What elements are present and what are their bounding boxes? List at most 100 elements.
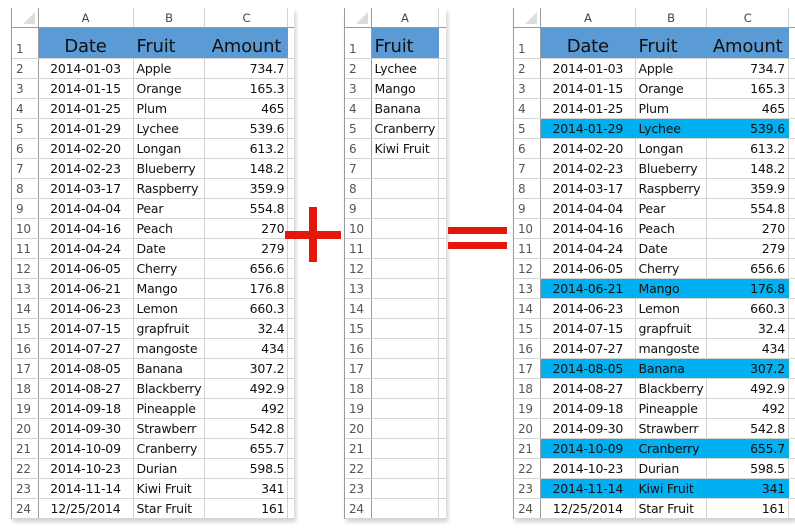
amount-cell[interactable]: 161 bbox=[706, 498, 789, 519]
row-number[interactable]: 18 bbox=[514, 378, 542, 399]
row-number[interactable]: 17 bbox=[514, 358, 542, 379]
row-number[interactable]: 7 bbox=[345, 158, 372, 179]
row-number[interactable]: 16 bbox=[514, 338, 542, 359]
row-number[interactable]: 11 bbox=[12, 238, 39, 259]
empty-cell[interactable] bbox=[788, 298, 795, 319]
row-number[interactable]: 22 bbox=[514, 458, 542, 479]
row-number[interactable]: 1 bbox=[514, 27, 542, 59]
fruit-cell[interactable]: Cherry bbox=[635, 258, 708, 279]
empty-cell[interactable] bbox=[438, 378, 446, 399]
row-number[interactable]: 7 bbox=[12, 158, 39, 179]
row-number[interactable]: 17 bbox=[345, 358, 372, 379]
header-cell-amount[interactable]: Amount bbox=[706, 27, 789, 59]
date-cell[interactable]: 2014-10-09 bbox=[540, 438, 636, 459]
amount-cell[interactable]: 32.4 bbox=[204, 318, 289, 339]
fruit-cell[interactable]: Blackberry bbox=[133, 378, 206, 399]
date-cell[interactable]: 2014-08-27 bbox=[540, 378, 636, 399]
date-cell[interactable]: 2014-08-27 bbox=[38, 378, 134, 399]
empty-cell[interactable] bbox=[438, 27, 446, 59]
date-cell[interactable]: 2014-08-05 bbox=[540, 358, 636, 379]
amount-cell[interactable]: 176.8 bbox=[706, 278, 789, 299]
row-number[interactable]: 18 bbox=[12, 378, 39, 399]
row-number[interactable]: 3 bbox=[514, 78, 542, 99]
row-number[interactable]: 14 bbox=[345, 298, 372, 319]
date-cell[interactable]: 2014-01-25 bbox=[540, 98, 636, 119]
empty-cell[interactable] bbox=[287, 478, 295, 499]
empty-cell[interactable] bbox=[287, 198, 295, 219]
date-cell[interactable]: 12/25/2014 bbox=[540, 498, 636, 519]
empty-cell[interactable] bbox=[287, 318, 295, 339]
amount-cell[interactable]: 270 bbox=[706, 218, 789, 239]
fruit-cell[interactable] bbox=[371, 418, 440, 439]
row-number[interactable]: 16 bbox=[12, 338, 39, 359]
row-number[interactable]: 13 bbox=[12, 278, 39, 299]
date-cell[interactable]: 2014-10-23 bbox=[38, 458, 134, 479]
row-number[interactable]: 2 bbox=[345, 58, 372, 79]
fruit-cell[interactable]: Kiwi Fruit bbox=[133, 478, 206, 499]
empty-cell[interactable] bbox=[788, 58, 795, 79]
date-cell[interactable]: 2014-03-17 bbox=[540, 178, 636, 199]
fruit-cell[interactable]: Cherry bbox=[133, 258, 206, 279]
row-number[interactable]: 12 bbox=[514, 258, 542, 279]
empty-cell[interactable] bbox=[788, 318, 795, 339]
fruit-cell[interactable] bbox=[371, 238, 440, 259]
column-header-c[interactable]: C bbox=[706, 8, 789, 28]
amount-cell[interactable]: 656.6 bbox=[204, 258, 289, 279]
fruit-cell[interactable]: Plum bbox=[635, 98, 708, 119]
fruit-cell[interactable]: Banana bbox=[635, 358, 708, 379]
column-header-next[interactable] bbox=[788, 8, 795, 28]
amount-cell[interactable]: 307.2 bbox=[204, 358, 289, 379]
date-cell[interactable]: 2014-02-20 bbox=[38, 138, 134, 159]
empty-cell[interactable] bbox=[287, 298, 295, 319]
fruit-cell[interactable] bbox=[371, 398, 440, 419]
empty-cell[interactable] bbox=[287, 258, 295, 279]
row-number[interactable]: 13 bbox=[514, 278, 542, 299]
amount-cell[interactable]: 32.4 bbox=[706, 318, 789, 339]
header-cell-amount[interactable]: Amount bbox=[204, 27, 289, 59]
date-cell[interactable]: 2014-01-15 bbox=[540, 78, 636, 99]
column-header-b[interactable]: B bbox=[635, 8, 708, 28]
fruit-cell[interactable]: Lemon bbox=[635, 298, 708, 319]
row-number[interactable]: 14 bbox=[12, 298, 39, 319]
empty-cell[interactable] bbox=[788, 158, 795, 179]
empty-cell[interactable] bbox=[287, 358, 295, 379]
column-header-a[interactable]: A bbox=[371, 8, 440, 28]
empty-cell[interactable] bbox=[287, 178, 295, 199]
fruit-cell[interactable]: Strawberr bbox=[635, 418, 708, 439]
empty-cell[interactable] bbox=[788, 458, 795, 479]
empty-cell[interactable] bbox=[788, 238, 795, 259]
empty-cell[interactable] bbox=[287, 158, 295, 179]
empty-cell[interactable] bbox=[438, 358, 446, 379]
amount-cell[interactable]: 598.5 bbox=[204, 458, 289, 479]
amount-cell[interactable]: 539.6 bbox=[706, 118, 789, 139]
amount-cell[interactable]: 734.7 bbox=[204, 58, 289, 79]
empty-cell[interactable] bbox=[287, 418, 295, 439]
date-cell[interactable]: 2014-04-04 bbox=[540, 198, 636, 219]
fruit-cell[interactable]: Cranberry bbox=[133, 438, 206, 459]
select-all-corner[interactable] bbox=[345, 8, 372, 28]
empty-cell[interactable] bbox=[287, 438, 295, 459]
column-header-c[interactable]: C bbox=[204, 8, 289, 28]
empty-cell[interactable] bbox=[287, 238, 295, 259]
empty-cell[interactable] bbox=[438, 178, 446, 199]
fruit-cell[interactable]: Lemon bbox=[133, 298, 206, 319]
empty-cell[interactable] bbox=[788, 78, 795, 99]
row-number[interactable]: 4 bbox=[345, 98, 372, 119]
fruit-cell[interactable] bbox=[371, 378, 440, 399]
amount-cell[interactable]: 539.6 bbox=[204, 118, 289, 139]
row-number[interactable]: 17 bbox=[12, 358, 39, 379]
fruit-cell[interactable]: Star Fruit bbox=[133, 498, 206, 519]
empty-cell[interactable] bbox=[438, 318, 446, 339]
row-number[interactable]: 24 bbox=[514, 498, 542, 519]
amount-cell[interactable]: 492 bbox=[706, 398, 789, 419]
empty-cell[interactable] bbox=[788, 378, 795, 399]
date-cell[interactable]: 2014-01-03 bbox=[38, 58, 134, 79]
empty-cell[interactable] bbox=[788, 218, 795, 239]
row-number[interactable]: 8 bbox=[12, 178, 39, 199]
empty-cell[interactable] bbox=[438, 78, 446, 99]
row-number[interactable]: 15 bbox=[514, 318, 542, 339]
amount-cell[interactable]: 734.7 bbox=[706, 58, 789, 79]
row-number[interactable]: 8 bbox=[514, 178, 542, 199]
row-number[interactable]: 8 bbox=[345, 178, 372, 199]
empty-cell[interactable] bbox=[788, 358, 795, 379]
